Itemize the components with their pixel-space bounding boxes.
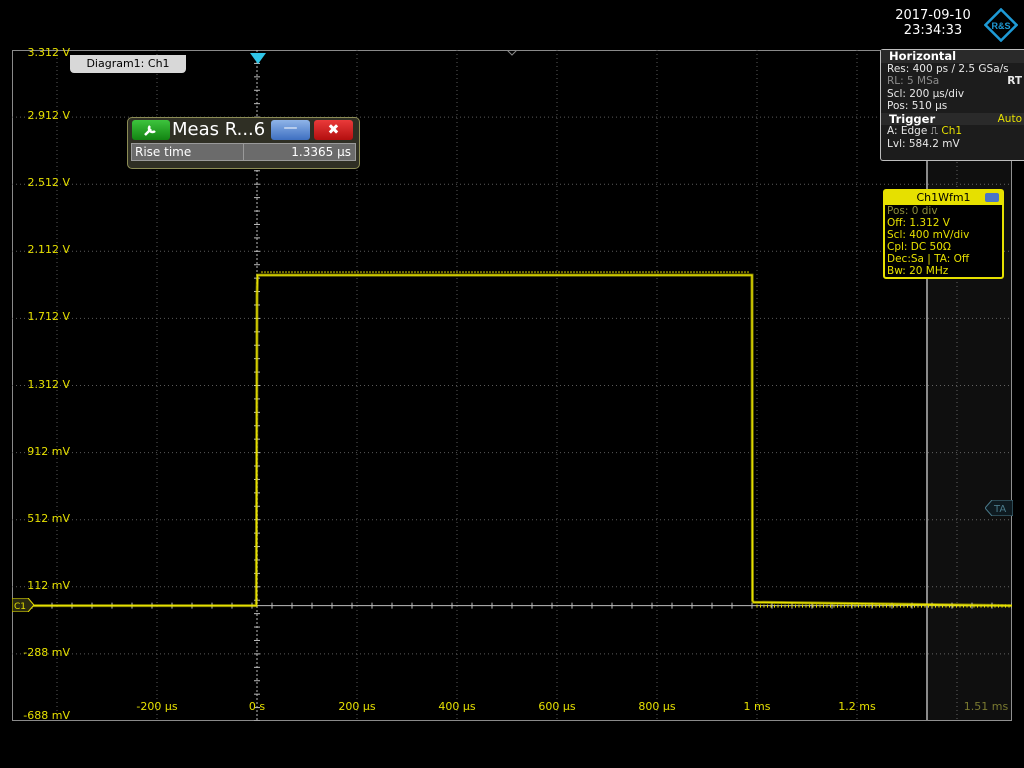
time-label: 23:34:33	[903, 23, 963, 38]
ch1-trace-glow	[12, 273, 1012, 608]
close-button[interactable]: ✖	[314, 120, 353, 140]
rt-badge: RT	[1007, 75, 1022, 87]
trigger-source: Ch1	[941, 125, 963, 137]
logo-text: R&S	[991, 21, 1010, 31]
x-tick-label: 600 µs	[538, 700, 576, 713]
channel-waveform-panel[interactable]: Ch1Wfm1 Pos: 0 div Off: 1.312 V Scl: 400…	[883, 189, 1004, 279]
x-tick-label: 1.2 ms	[838, 700, 876, 713]
clock: 2017-09-10 23:34:33	[880, 8, 986, 38]
y-tick-label: 2.512 V	[27, 176, 70, 190]
ta-marker-label: TA	[993, 504, 1006, 515]
rise-time-label: Rise time	[131, 143, 246, 161]
horizontal-title: Horizontal	[881, 50, 1024, 63]
x-tick-label: 1 ms	[743, 700, 771, 713]
date-label: 2017-09-10	[895, 8, 971, 23]
y-tick-label: 1.312 V	[27, 377, 70, 391]
rs-logo-icon: R&S	[984, 8, 1018, 42]
y-tick-label: 1.712 V	[27, 310, 70, 324]
y-tick-label: -288 mV	[23, 645, 70, 659]
wrench-icon[interactable]	[132, 120, 170, 140]
diagram-tab[interactable]: Diagram1: Ch1	[70, 55, 186, 73]
minimize-button[interactable]: —	[271, 120, 310, 140]
minimize-icon[interactable]	[985, 193, 999, 202]
channel-bandwidth: Bw: 20 MHz	[887, 265, 949, 277]
record-length-value: RL: 5 MSa	[887, 75, 940, 87]
y-tick-label: 912 mV	[27, 444, 70, 458]
y-tick-label: 2.112 V	[27, 243, 70, 257]
y-tick-label: 112 mV	[27, 578, 70, 592]
trigger-type: A: Edge	[887, 125, 928, 137]
channel-panel-title: Ch1Wfm1	[916, 191, 971, 204]
y-tick-label: 2.912 V	[27, 109, 70, 123]
y-tick-label: 512 mV	[27, 511, 70, 525]
record-length-row: RL: 5 MSa RT	[881, 75, 1024, 88]
horizontal-trigger-panel[interactable]: Horizontal Res: 400 ps / 2.5 GSa/s RL: 5…	[880, 49, 1024, 161]
x-tick-label: 0 s	[248, 700, 266, 713]
diagram-tab-label: Diagram1: Ch1	[86, 57, 170, 70]
x-tick-label: 400 µs	[438, 700, 476, 713]
ch1-ground-marker[interactable]: C1	[12, 598, 34, 612]
y-tick-label: -688 mV	[23, 709, 70, 722]
trigger-title: Trigger	[889, 111, 936, 126]
scale-value: Scl: 200 µs/div	[887, 87, 965, 100]
trigger-mode: Auto	[997, 112, 1022, 125]
channel-pos: Pos: 0 div	[887, 205, 938, 217]
trigger-level: Lvl: 584.2 mV	[887, 137, 960, 150]
channel-decimation: Dec:Sa | TA: Off	[887, 253, 970, 265]
ch1-trace	[12, 274, 1012, 607]
rising-edge-icon: ⎍	[930, 125, 939, 137]
x-tick-label: 1.51 ms	[963, 700, 1009, 713]
rise-time-value: 1.3365 µs	[243, 143, 356, 161]
x-tick-label: 800 µs	[638, 700, 676, 713]
channel-coupling: Cpl: DC 50Ω	[887, 241, 951, 253]
channel-panel-header: Ch1Wfm1	[885, 191, 1002, 205]
ch1-marker-label: C1	[14, 602, 26, 612]
trigger-position-icon[interactable]	[249, 52, 267, 66]
ta-marker[interactable]: TA	[985, 500, 1013, 516]
trigger-edge-row: A: Edge ⎍ Ch1	[881, 125, 1024, 138]
channel-offset: Off: 1.312 V	[887, 217, 950, 229]
measurement-title: Meas R...6	[172, 119, 266, 140]
y-tick-label: 3.312 V	[27, 46, 70, 59]
resolution-value: Res: 400 ps / 2.5 GSa/s	[887, 62, 1009, 75]
channel-scale: Scl: 400 mV/div	[887, 229, 970, 241]
x-tick-label: -200 µs	[136, 700, 178, 713]
measurement-box[interactable]: Meas R...6 — ✖ Rise time 1.3365 µs	[127, 117, 360, 169]
x-tick-label: 200 µs	[338, 700, 376, 713]
trigger-header: Trigger Auto	[881, 111, 1024, 126]
